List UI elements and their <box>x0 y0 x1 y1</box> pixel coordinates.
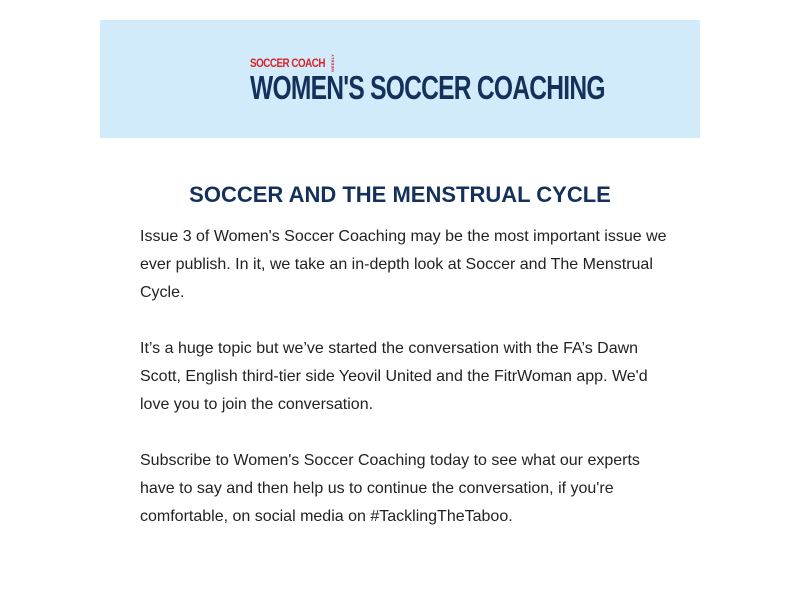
body-paragraph: Subscribe to Women's Soccer Coaching tod… <box>140 452 640 525</box>
email-body: SOCCER COACH WEEKLY WOMEN'S SOCCER COACH… <box>0 0 800 600</box>
article-headline: SOCCER AND THE MENSTRUAL CYCLE <box>189 182 611 207</box>
body-paragraph: It’s a huge topic but we’ve started the … <box>140 340 648 413</box>
womens-soccer-coaching-logo[interactable]: SOCCER COACH WEEKLY WOMEN'S SOCCER COACH… <box>250 54 606 106</box>
logo-brand-text: SOCCER COACH <box>250 56 326 70</box>
logo-main-title: WOMEN'S SOCCER COACHING <box>250 69 606 106</box>
article-body: Issue 3 of Women's Soccer Coaching may b… <box>140 223 670 531</box>
body-paragraph: Issue 3 of Women's Soccer Coaching may b… <box>140 228 667 301</box>
header-banner: SOCCER COACH WEEKLY WOMEN'S SOCCER COACH… <box>100 20 700 138</box>
logo-top-row: SOCCER COACH WEEKLY <box>250 54 335 72</box>
